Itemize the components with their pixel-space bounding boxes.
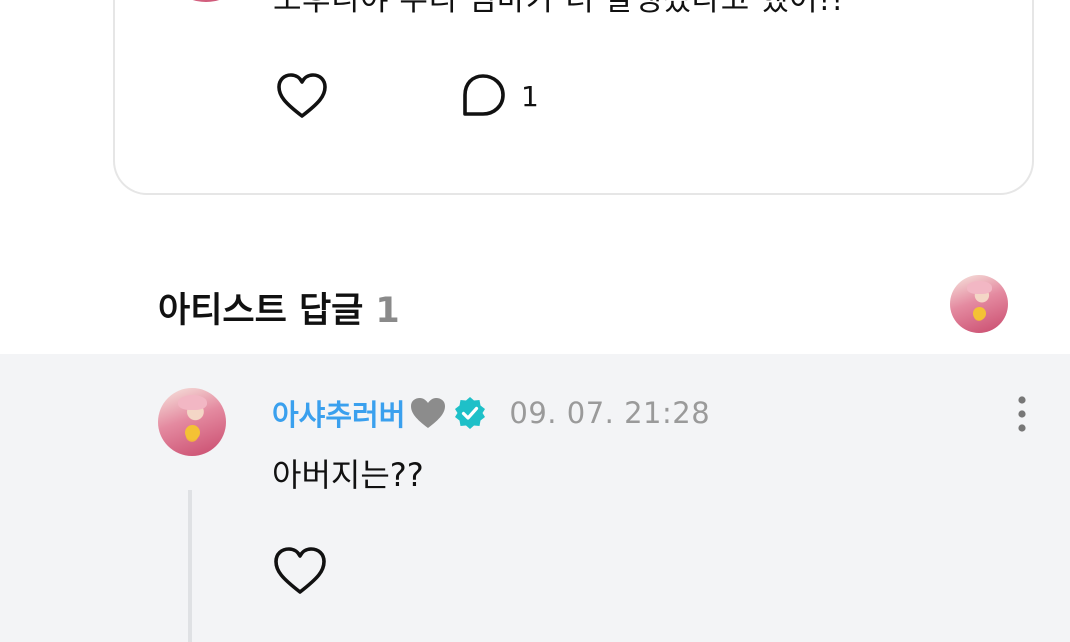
- speech-bubble-icon: [463, 74, 505, 116]
- heart-outline-icon: [277, 73, 327, 118]
- current-user-avatar[interactable]: [950, 275, 1008, 333]
- post-card: 도후니야 우리 엄마가 너 잘생겼다고 했어!! 1: [113, 0, 1034, 195]
- more-vertical-icon[interactable]: [1010, 394, 1034, 434]
- comment-thread-view: 도후니야 우리 엄마가 너 잘생겼다고 했어!! 1 아티스트 답글 1 아샤추…: [0, 0, 1070, 642]
- post-author-avatar[interactable]: [161, 0, 251, 2]
- artist-replies-title: 아티스트 답글: [158, 291, 364, 331]
- artist-replies-header: 아티스트 답글 1: [158, 282, 400, 333]
- comment-count: 1: [521, 79, 539, 113]
- reply-author-name[interactable]: 아샤추러버: [272, 392, 405, 434]
- artist-replies-count: 1: [375, 291, 400, 331]
- grey-heart-icon: [411, 398, 446, 428]
- post-text: 도후니야 우리 엄마가 너 잘생겼다고 했어!!: [273, 0, 844, 18]
- artist-reply: 아샤추러버 09. 07. 21:28 아버지는??: [0, 354, 1070, 642]
- post-actions: 1: [275, 72, 539, 120]
- reply-timestamp: 09. 07. 21:28: [509, 396, 711, 430]
- like-button[interactable]: [275, 72, 329, 120]
- heart-outline-icon: [274, 547, 326, 594]
- verified-badge-icon: [455, 397, 486, 429]
- reply-author-avatar[interactable]: [158, 388, 226, 456]
- thread-line: [188, 490, 192, 642]
- comment-button[interactable]: 1: [459, 72, 539, 120]
- reply-meta: 아샤추러버 09. 07. 21:28: [272, 392, 710, 434]
- reply-like-button[interactable]: [272, 546, 328, 596]
- reply-text: 아버지는??: [272, 456, 424, 494]
